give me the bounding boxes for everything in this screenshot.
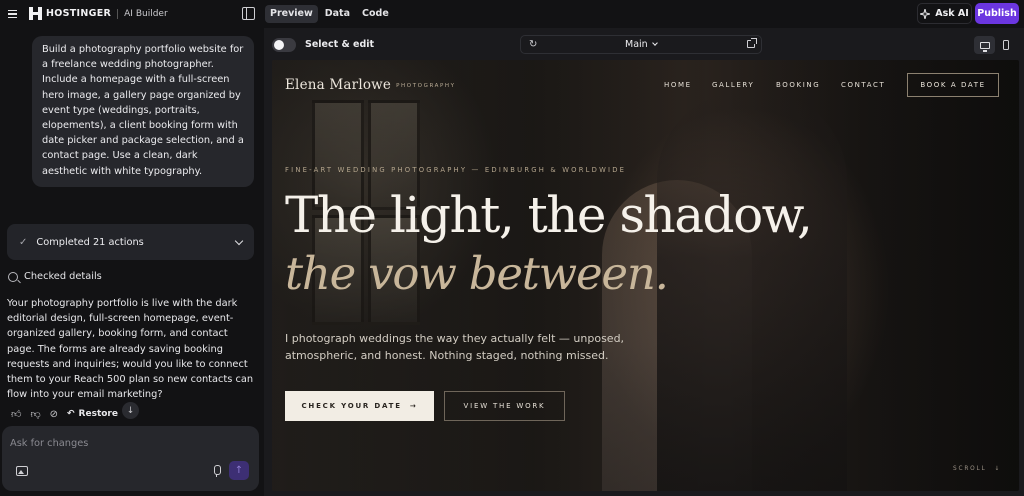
ask-ai-label: Ask AI — [935, 8, 969, 19]
desktop-icon — [979, 41, 990, 52]
site-logo[interactable]: Elena Marlowe PHOTOGRAPHY — [285, 77, 456, 93]
device-switcher — [974, 36, 1016, 54]
undo-icon: ↶ — [67, 409, 75, 419]
tab-data[interactable]: Data — [320, 5, 355, 23]
check-date-label: CHECK YOUR DATE — [301, 402, 402, 410]
compass-icon[interactable]: ⊘ — [50, 409, 58, 420]
page-selector-label: Main — [625, 39, 648, 50]
select-edit-label: Select & edit — [305, 39, 375, 50]
hero-headline-italic: the vow between. — [285, 247, 669, 300]
actions-summary[interactable]: ✓ Completed 21 actions — [7, 224, 254, 260]
menu-icon[interactable] — [6, 7, 20, 21]
site-nav-contact[interactable]: CONTACT — [841, 81, 885, 89]
checked-details: Checked details — [8, 271, 102, 282]
site-nav-gallery[interactable]: GALLERY — [712, 81, 754, 89]
restore-label: Restore — [78, 409, 118, 419]
microphone-icon[interactable] — [212, 465, 221, 477]
view-tabs: Preview Data Code — [265, 5, 394, 23]
checked-details-label: Checked details — [24, 271, 102, 282]
check-icon: ✓ — [19, 236, 28, 248]
ask-ai-button[interactable]: Ask AI — [917, 3, 972, 24]
preview-pane: Select & edit ↻ Main Elena Marlowe PHOTO… — [264, 28, 1024, 496]
actions-summary-label: Completed 21 actions — [36, 236, 144, 248]
restore-button[interactable]: ↶ Restore — [67, 409, 118, 419]
tab-preview[interactable]: Preview — [265, 5, 318, 23]
thumbs-down-icon[interactable]: 👎︎ — [30, 408, 40, 420]
hero-headline: The light, the shadow, — [285, 186, 813, 244]
hero-lead: I photograph weddings the way they actua… — [285, 332, 625, 362]
site-brand-sub: PHOTOGRAPHY — [396, 82, 456, 89]
arrow-down-icon: ↓ — [994, 466, 1002, 472]
mobile-icon — [1002, 40, 1009, 50]
brand-divider — [117, 8, 119, 19]
site-nav-booking[interactable]: BOOKING — [776, 81, 820, 89]
publish-button[interactable]: Publish — [975, 3, 1019, 24]
chat-input[interactable] — [10, 434, 240, 452]
site-nav-home[interactable]: HOME — [664, 81, 692, 89]
hero-eyebrow: FINE-ART WEDDING PHOTOGRAPHY — EDINBURGH… — [285, 166, 627, 174]
tab-code[interactable]: Code — [357, 5, 394, 23]
reload-icon[interactable]: ↻ — [529, 39, 537, 50]
thumbs-up-icon[interactable]: 👍︎ — [11, 408, 21, 420]
page-bar: ↻ Main — [520, 35, 762, 54]
send-button[interactable]: ↑ — [229, 461, 249, 480]
message-feedback: 👍︎ 👎︎ ⊘ ↶ Restore — [11, 408, 118, 421]
app-window: HOSTINGER AI Builder Preview Data Code A… — [0, 0, 1024, 496]
user-message: Build a photography portfolio website fo… — [32, 36, 254, 187]
page-selector[interactable]: Main — [625, 39, 658, 50]
brand-name: HOSTINGER — [46, 8, 112, 19]
check-date-button[interactable]: CHECK YOUR DATE → — [285, 391, 434, 421]
preview-toolbar: Select & edit ↻ Main — [264, 28, 1024, 60]
panel-toggle-icon[interactable] — [242, 7, 255, 20]
brand-subtitle: AI Builder — [124, 8, 168, 19]
desktop-view-button[interactable] — [974, 36, 995, 54]
arrow-right-icon: → — [409, 402, 418, 410]
hostinger-logo-icon — [29, 7, 42, 20]
logo: HOSTINGER AI Builder — [29, 7, 168, 20]
scroll-down-button[interactable]: ↓ — [122, 402, 139, 419]
book-date-button[interactable]: BOOK A DATE — [907, 73, 999, 97]
chevron-down-icon — [651, 40, 658, 46]
assistant-message: Your photography portfolio is live with … — [7, 298, 254, 401]
mobile-view-button[interactable] — [995, 36, 1016, 54]
scroll-indicator[interactable]: SCROLL ↓ — [953, 466, 1001, 472]
view-work-button[interactable]: VIEW THE WORK — [444, 391, 565, 421]
sparkle-icon — [920, 8, 931, 19]
image-upload-icon[interactable] — [16, 466, 28, 476]
select-edit-toggle[interactable] — [272, 38, 296, 52]
chevron-down-icon — [234, 236, 244, 245]
chat-panel: Build a photography portfolio website fo… — [0, 28, 262, 496]
top-bar: HOSTINGER AI Builder Preview Data Code A… — [0, 0, 1024, 28]
external-link-icon[interactable] — [747, 38, 757, 48]
scroll-label: SCROLL — [953, 466, 987, 472]
site-hero: Elena Marlowe PHOTOGRAPHY HOME GALLERY BO… — [272, 60, 1019, 491]
site-brand-name: Elena Marlowe — [285, 77, 392, 93]
chat-composer: ↑ — [2, 426, 259, 491]
search-icon — [8, 271, 18, 282]
